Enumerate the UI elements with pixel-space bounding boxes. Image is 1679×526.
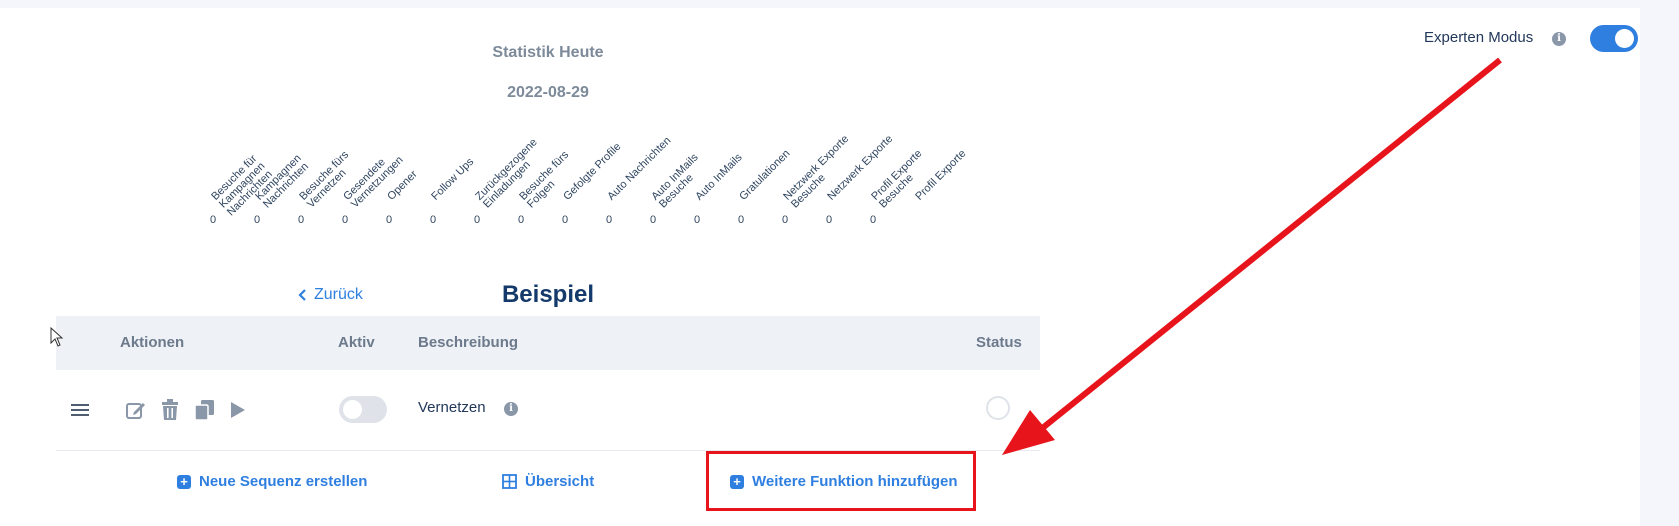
overview-link[interactable]: Übersicht — [502, 473, 594, 490]
stat-value: 0 — [430, 214, 437, 226]
annotation-highlight-box — [706, 451, 976, 511]
drag-handle-icon[interactable] — [71, 403, 89, 417]
plus-square-icon: + — [177, 474, 191, 489]
header-status: Status — [976, 334, 1022, 351]
stat-value: 0 — [782, 214, 789, 226]
stat-value: 0 — [870, 214, 877, 226]
trash-icon[interactable] — [161, 399, 179, 421]
row-description: Vernetzen — [418, 399, 486, 416]
stat-value: 0 — [254, 214, 261, 226]
stat-value: 0 — [606, 214, 613, 226]
info-icon[interactable]: i — [504, 402, 518, 416]
toggle-knob — [343, 400, 362, 419]
grid-icon — [502, 474, 517, 489]
toggle-knob — [1615, 29, 1634, 48]
new-sequence-label: Neue Sequenz erstellen — [199, 473, 368, 490]
stat-value: 0 — [298, 214, 305, 226]
overview-label: Übersicht — [525, 473, 595, 490]
stat-value: 0 — [650, 214, 657, 226]
page-title: Beispiel — [501, 281, 595, 308]
edit-icon[interactable] — [126, 400, 146, 420]
stat-value: 0 — [826, 214, 833, 226]
table-header: Aktionen Aktiv Beschreibung Status — [56, 316, 1040, 370]
stat-value: 0 — [342, 214, 349, 226]
chevron-left-icon — [298, 289, 306, 301]
stats-title: Statistik Heute — [492, 44, 604, 61]
new-sequence-link[interactable]: + Neue Sequenz erstellen — [177, 473, 367, 490]
info-icon[interactable]: i — [1552, 32, 1566, 46]
mouse-cursor-icon — [50, 327, 64, 347]
header-actions: Aktionen — [120, 334, 185, 351]
play-icon[interactable] — [230, 401, 246, 419]
copy-icon[interactable] — [194, 399, 216, 421]
header-active: Aktiv — [338, 334, 375, 351]
stat-value: 0 — [474, 214, 481, 226]
stat-value: 0 — [386, 214, 393, 226]
back-label: Zurück — [314, 286, 363, 303]
stat-value: 0 — [694, 214, 701, 226]
table-row: Vernetzen i — [56, 370, 1040, 451]
expert-mode-label: Experten Modus — [1424, 29, 1534, 46]
expert-mode-toggle[interactable] — [1590, 25, 1638, 52]
stat-value: 0 — [518, 214, 525, 226]
stat-value: 0 — [562, 214, 569, 226]
header-description: Beschreibung — [418, 334, 519, 351]
stat-value: 0 — [210, 214, 217, 226]
active-toggle[interactable] — [339, 396, 387, 423]
status-indicator — [986, 396, 1010, 420]
back-link[interactable]: Zurück — [298, 286, 363, 304]
stat-value: 0 — [738, 214, 745, 226]
